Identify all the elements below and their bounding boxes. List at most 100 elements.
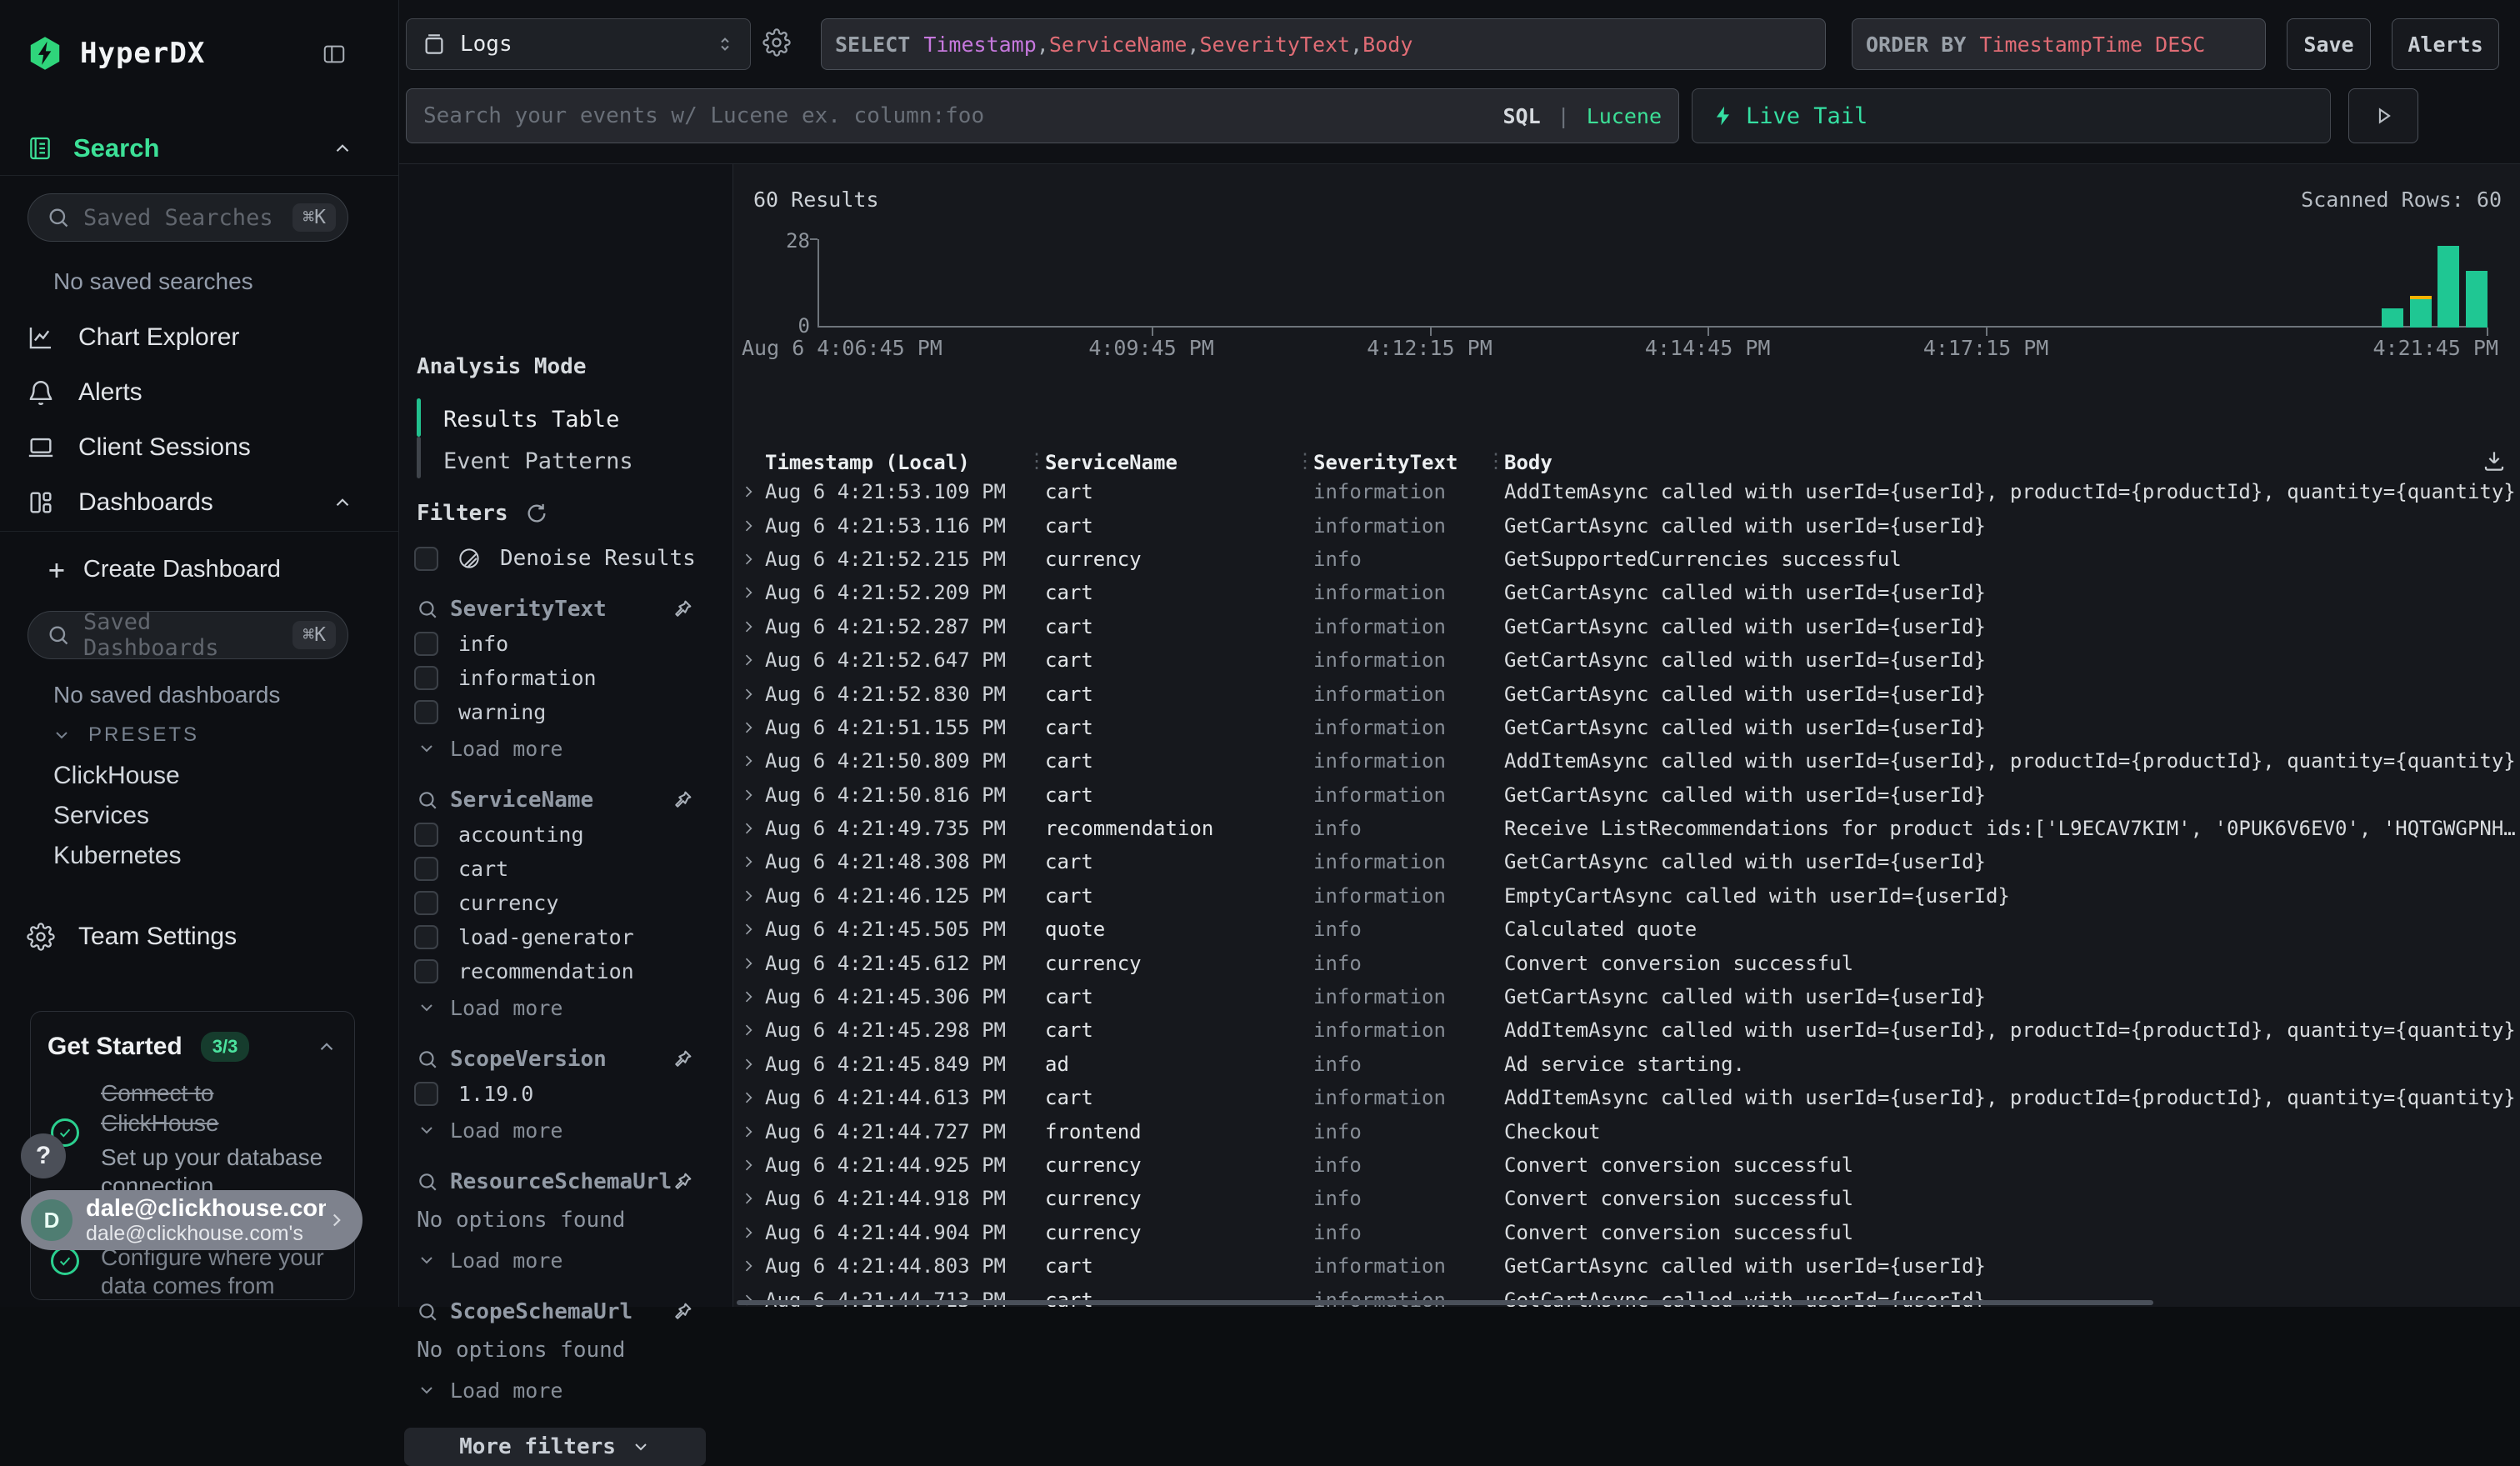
filter-option[interactable]: load-generator [399, 920, 732, 954]
run-query-button[interactable] [2348, 88, 2418, 143]
row-expand-icon[interactable] [740, 584, 765, 601]
chevron-up-icon[interactable] [316, 1036, 338, 1058]
save-button[interactable]: Save [2287, 18, 2371, 70]
table-row[interactable]: Aug 6 4:21:50.816 PMcartinformationGetCa… [733, 778, 2520, 812]
table-row[interactable]: Aug 6 4:21:52.830 PMcartinformationGetCa… [733, 677, 2520, 710]
filter-option[interactable]: cart [399, 852, 732, 886]
sidebar-item-alerts[interactable]: Alerts [0, 365, 398, 420]
table-row[interactable]: Aug 6 4:21:52.215 PMcurrencyinfoGetSuppo… [733, 543, 2520, 576]
search-input[interactable]: Search your events w/ Lucene ex. column:… [406, 88, 1679, 143]
row-expand-icon[interactable] [740, 483, 765, 500]
row-expand-icon[interactable] [740, 853, 765, 870]
table-row[interactable]: Aug 6 4:21:52.209 PMcartinformationGetCa… [733, 576, 2520, 609]
row-expand-icon[interactable] [740, 1190, 765, 1207]
table-row[interactable]: Aug 6 4:21:44.925 PMcurrencyinfoConvert … [733, 1148, 2520, 1182]
histogram-bar[interactable] [2438, 246, 2459, 328]
row-expand-icon[interactable] [740, 753, 765, 769]
denoise-results-toggle[interactable]: Denoise Results [414, 546, 696, 571]
get-started-step-title[interactable]: Connect to ClickHouse [101, 1078, 219, 1138]
table-row[interactable]: Aug 6 4:21:53.109 PMcartinformationAddIt… [733, 475, 2520, 508]
sql-select-input[interactable]: SELECT Timestamp,ServiceName,SeverityTex… [821, 18, 1826, 70]
table-row[interactable]: Aug 6 4:21:45.306 PMcartinformationGetCa… [733, 980, 2520, 1013]
checkbox[interactable] [414, 700, 438, 724]
preset-item-clickhouse[interactable]: ClickHouse [0, 756, 398, 796]
search-icon[interactable] [417, 598, 438, 620]
row-expand-icon[interactable] [740, 719, 765, 736]
table-row[interactable]: Aug 6 4:21:50.809 PMcartinformationAddIt… [733, 744, 2520, 778]
filter-option[interactable]: information [399, 661, 732, 695]
row-expand-icon[interactable] [740, 988, 765, 1005]
search-icon[interactable] [417, 1048, 438, 1070]
row-expand-icon[interactable] [740, 787, 765, 803]
row-expand-icon[interactable] [740, 888, 765, 904]
search-icon[interactable] [417, 1301, 438, 1323]
sidebar-item-chart-explorer[interactable]: Chart Explorer [0, 310, 398, 365]
horizontal-scrollbar[interactable] [737, 1300, 2153, 1305]
source-settings-gear-icon[interactable] [762, 28, 791, 57]
table-row[interactable]: Aug 6 4:21:52.287 PMcartinformationGetCa… [733, 610, 2520, 643]
row-expand-icon[interactable] [740, 955, 765, 972]
load-more-button[interactable]: Load more [399, 1113, 732, 1148]
pin-icon[interactable] [671, 1170, 694, 1193]
checkbox[interactable] [414, 547, 438, 571]
refresh-icon[interactable] [525, 502, 548, 525]
presets-toggle[interactable]: PRESETS [0, 718, 398, 752]
preset-item-services[interactable]: Services [0, 796, 398, 836]
table-row[interactable]: Aug 6 4:21:48.308 PMcartinformationGetCa… [733, 845, 2520, 878]
table-row[interactable]: Aug 6 4:21:52.647 PMcartinformationGetCa… [733, 643, 2520, 677]
collapse-sidebar-icon[interactable] [322, 42, 347, 67]
sidebar-item-client-sessions[interactable]: Client Sessions [0, 420, 398, 475]
row-expand-icon[interactable] [740, 921, 765, 938]
row-expand-icon[interactable] [740, 1157, 765, 1173]
row-expand-icon[interactable] [740, 1056, 765, 1073]
tab-results-table[interactable]: Results Table [443, 407, 619, 433]
checkbox[interactable] [414, 891, 438, 915]
tab-event-patterns[interactable]: Event Patterns [443, 448, 633, 474]
mode-sql[interactable]: SQL [1502, 104, 1540, 128]
filter-option[interactable]: info [399, 627, 732, 661]
table-row[interactable]: Aug 6 4:21:53.116 PMcartinformationGetCa… [733, 508, 2520, 542]
histogram-bar[interactable] [2410, 299, 2432, 328]
chevron-up-icon[interactable] [332, 492, 353, 513]
pin-icon[interactable] [671, 1048, 694, 1071]
table-row[interactable]: Aug 6 4:21:44.904 PMcurrencyinfoConvert … [733, 1216, 2520, 1249]
sidebar-item-dashboards[interactable]: Dashboards [0, 475, 398, 530]
row-expand-icon[interactable] [740, 820, 765, 837]
filter-option[interactable]: warning [399, 695, 732, 729]
row-expand-icon[interactable] [740, 551, 765, 568]
histogram-bar[interactable] [2382, 308, 2403, 328]
histogram-bar[interactable] [2466, 271, 2488, 328]
chevron-up-icon[interactable] [332, 138, 353, 159]
table-row[interactable]: Aug 6 4:21:45.505 PMquoteinfoCalculated … [733, 913, 2520, 946]
table-row[interactable]: Aug 6 4:21:45.849 PMadinfoAd service sta… [733, 1048, 2520, 1081]
user-menu[interactable]: D dale@clickhouse.com dale@clickhouse.co… [21, 1190, 362, 1250]
histogram-bar-warning[interactable] [2410, 296, 2432, 299]
table-row[interactable]: Aug 6 4:21:45.298 PMcartinformationAddIt… [733, 1013, 2520, 1047]
pin-icon[interactable] [671, 1300, 694, 1323]
alerts-button[interactable]: Alerts [2392, 18, 2499, 70]
row-expand-icon[interactable] [740, 1224, 765, 1241]
load-more-button[interactable]: Load more [399, 731, 732, 766]
table-row[interactable]: Aug 6 4:21:49.735 PMrecommendationinfoRe… [733, 812, 2520, 845]
mode-lucene[interactable]: Lucene [1587, 104, 1662, 128]
pin-icon[interactable] [671, 788, 694, 812]
help-button[interactable]: ? [21, 1133, 66, 1178]
live-tail-button[interactable]: Live Tail [1692, 88, 2331, 143]
load-more-button[interactable]: Load more [399, 990, 732, 1025]
row-expand-icon[interactable] [740, 1123, 765, 1140]
column-header-servicename[interactable]: ⋮ServiceName [1045, 451, 1313, 474]
filter-option[interactable]: accounting [399, 818, 732, 852]
table-row[interactable]: Aug 6 4:21:45.612 PMcurrencyinfoConvert … [733, 946, 2520, 979]
preset-item-kubernetes[interactable]: Kubernetes [0, 836, 398, 876]
row-expand-icon[interactable] [740, 1258, 765, 1274]
table-row[interactable]: Aug 6 4:21:44.727 PMfrontendinfoCheckout [733, 1114, 2520, 1148]
more-filters-button[interactable]: More filters [404, 1428, 706, 1466]
row-expand-icon[interactable] [740, 1022, 765, 1038]
checkbox[interactable] [414, 857, 438, 881]
column-resize-handle[interactable]: ⋮ [1027, 449, 1047, 473]
checkbox[interactable] [414, 666, 438, 690]
row-expand-icon[interactable] [740, 518, 765, 534]
table-row[interactable]: Aug 6 4:21:44.803 PMcartinformationGetCa… [733, 1249, 2520, 1283]
saved-dashboards-input[interactable]: Saved Dashboards ⌘K [28, 611, 348, 659]
row-expand-icon[interactable] [740, 686, 765, 703]
